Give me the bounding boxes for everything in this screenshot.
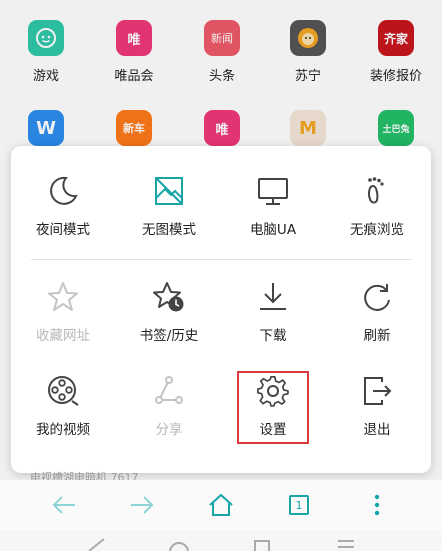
- tabs-button[interactable]: 1: [277, 480, 321, 530]
- nav-menu-icon[interactable]: [336, 538, 356, 551]
- monitor-icon: [258, 178, 288, 205]
- menu-item-refresh[interactable]: 刷新: [327, 280, 427, 360]
- menu-item-label: 收藏网址: [36, 328, 90, 344]
- nav-back-icon[interactable]: [86, 538, 106, 551]
- settings-highlight-box: [237, 371, 309, 444]
- more-vertical-icon: [374, 494, 380, 516]
- moon-icon: [50, 176, 78, 205]
- menu-item-label: 无图模式: [142, 222, 196, 238]
- menu-item-label: 夜间模式: [36, 222, 90, 238]
- menu-item-exit[interactable]: 退出: [327, 374, 427, 454]
- menu-item-label: 退出: [363, 422, 391, 438]
- film-reel-icon: [48, 376, 79, 406]
- menu-item-bookmark-site[interactable]: 收藏网址: [13, 280, 113, 360]
- bottom-toolbar: 1: [0, 480, 442, 530]
- no-image-icon: [155, 177, 183, 205]
- menu-item-label: 书签/历史: [139, 328, 199, 344]
- menu-item-night-mode[interactable]: 夜间模式: [13, 174, 113, 254]
- nav-home-icon[interactable]: [168, 538, 190, 551]
- back-button[interactable]: [42, 480, 86, 530]
- menu-item-share[interactable]: 分享: [119, 374, 219, 454]
- forward-button[interactable]: [120, 480, 164, 530]
- menu-item-desktop-ua[interactable]: 电脑UA: [223, 174, 323, 254]
- menu-item-incognito[interactable]: 无痕浏览: [327, 174, 427, 254]
- menu-item-bookmarks-history[interactable]: 书签/历史: [119, 280, 219, 360]
- home-button[interactable]: [199, 480, 243, 530]
- arrow-right-icon: [131, 496, 154, 514]
- star-icon: [48, 282, 78, 311]
- refresh-icon: [364, 284, 390, 311]
- menu-divider: [31, 259, 411, 260]
- menu-item-download[interactable]: 下载: [223, 280, 323, 360]
- menu-item-label: 下载: [259, 328, 287, 344]
- download-icon: [260, 283, 286, 310]
- tab-count-badge: 1: [289, 495, 309, 515]
- menu-item-label: 我的视频: [36, 422, 90, 438]
- footprint-icon: [368, 177, 384, 204]
- home-icon: [209, 493, 233, 516]
- menu-item-my-videos[interactable]: 我的视频: [13, 374, 113, 454]
- browser-menu-panel: 夜间模式 无图模式 电脑UA 无痕浏览 收藏网址 书签/历史 下载 刷新 我的视…: [11, 146, 431, 473]
- menu-button[interactable]: [355, 480, 399, 530]
- star-clock-icon: [153, 282, 184, 312]
- nav-recents-icon[interactable]: [252, 538, 272, 551]
- menu-item-label: 无痕浏览: [350, 222, 404, 238]
- system-nav-bar: [0, 530, 442, 551]
- menu-item-label: 刷新: [363, 328, 391, 344]
- menu-item-label: 电脑UA: [249, 222, 297, 238]
- arrow-left-icon: [52, 496, 75, 514]
- menu-item-no-image-mode[interactable]: 无图模式: [119, 174, 219, 254]
- share-icon: [155, 376, 183, 404]
- menu-item-label: 分享: [155, 422, 183, 438]
- exit-icon: [364, 377, 392, 405]
